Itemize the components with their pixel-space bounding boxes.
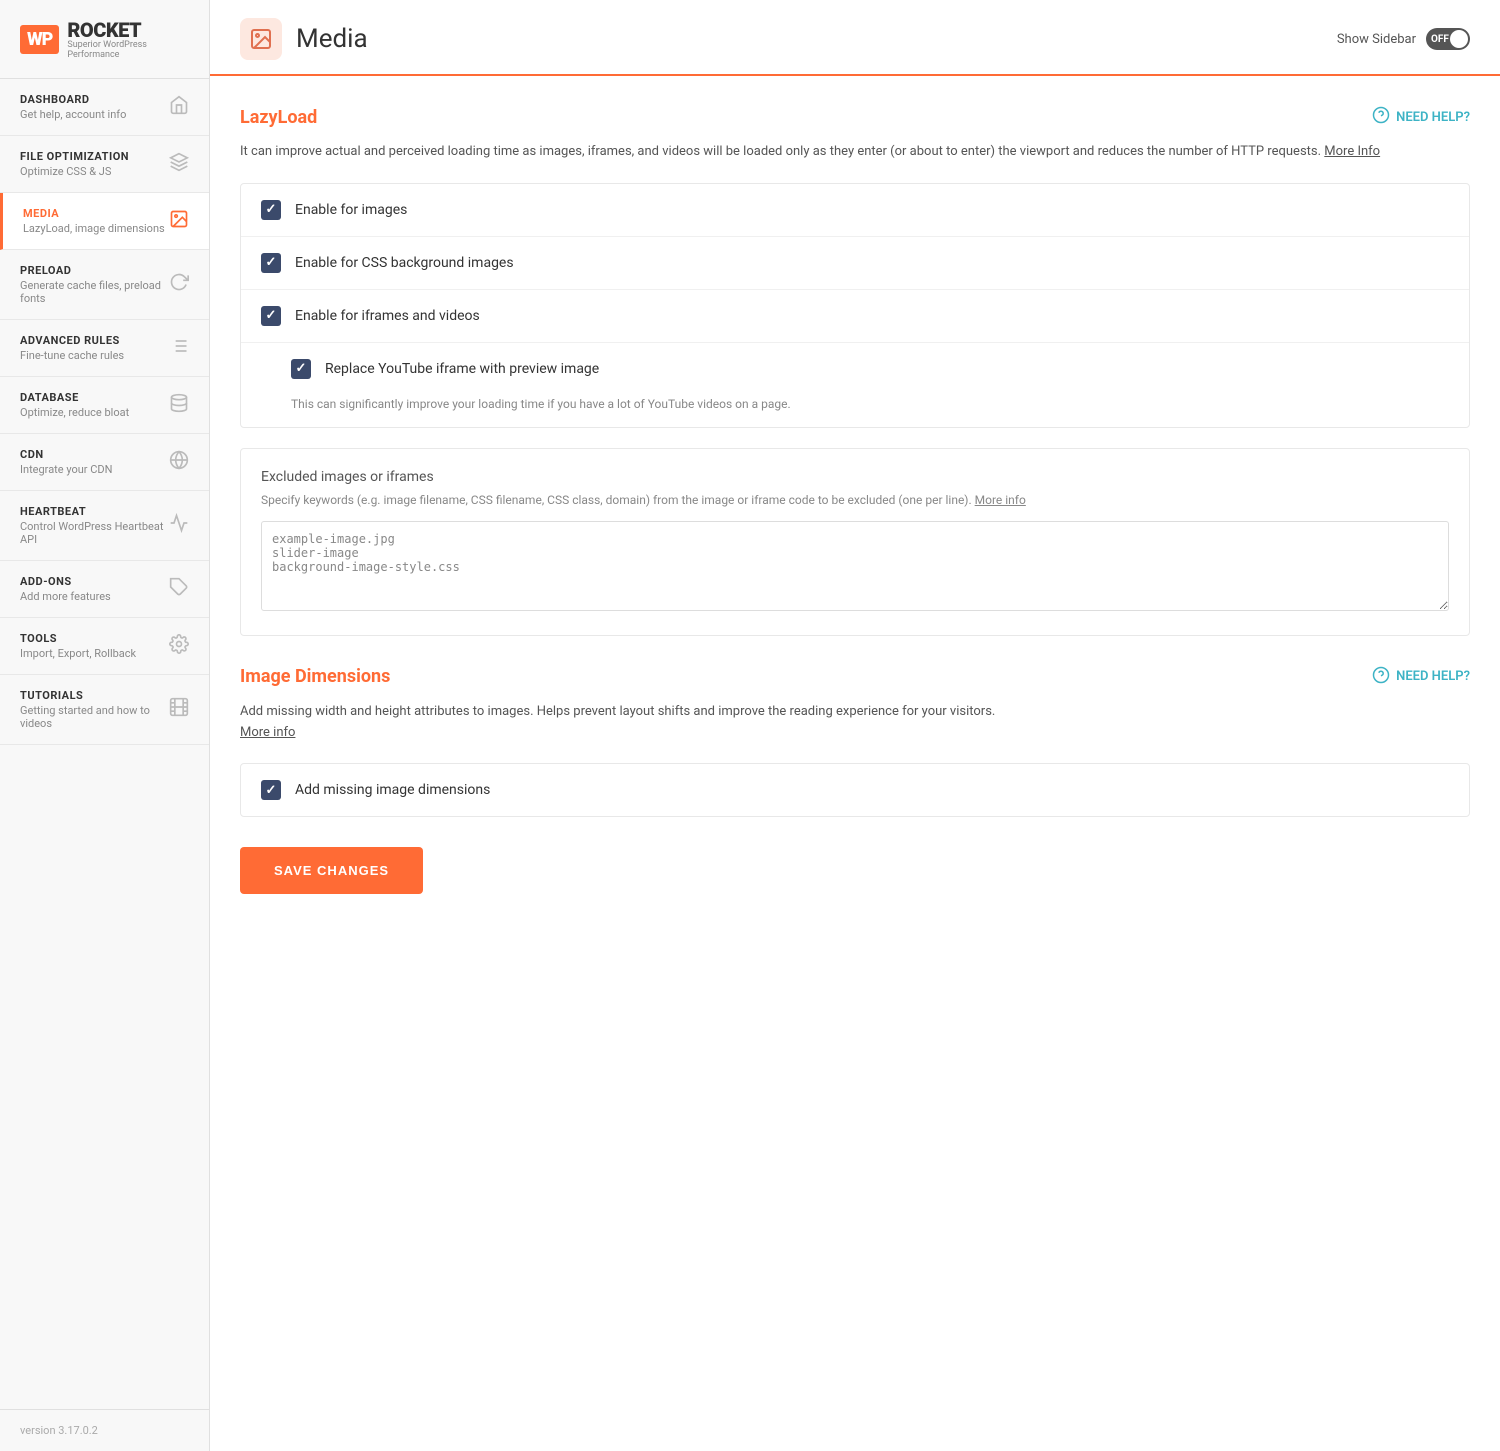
need-help-label: NEED HELP? [1396, 110, 1470, 125]
toggle-off-label: OFF [1431, 34, 1449, 45]
save-changes-button[interactable]: SAVE CHANGES [240, 847, 423, 894]
logo-text: ROCKET Superior WordPress Performance [67, 18, 189, 60]
replace-youtube-row: Replace YouTube iframe with preview imag… [241, 343, 1469, 427]
sidebar-item-tutorials[interactable]: TUTORIALS Getting started and how to vid… [0, 675, 209, 745]
sidebar-item-tools[interactable]: TOOLS Import, Export, Rollback [0, 618, 209, 675]
enable-iframes-label: Enable for iframes and videos [295, 308, 480, 324]
rocket-label: ROCKET [67, 18, 189, 42]
sidebar-item-advanced-rules[interactable]: ADVANCED RULES Fine-tune cache rules [0, 320, 209, 377]
sidebar-item-heartbeat[interactable]: HEARTBEAT Control WordPress Heartbeat AP… [0, 491, 209, 561]
lazyload-options-box: Enable for images Enable for CSS backgro… [240, 183, 1470, 428]
gear-icon [169, 634, 189, 659]
globe-icon [169, 450, 189, 475]
version-label: version 3.17.0.2 [0, 1409, 209, 1451]
image-dimensions-section-header: Image Dimensions NEED HELP? [240, 666, 1470, 688]
image-dimensions-title: Image Dimensions [240, 666, 390, 687]
page-title: Media [296, 24, 368, 54]
layers-icon [169, 152, 189, 177]
refresh-icon [169, 272, 189, 297]
lazyload-description: It can improve actual and perceived load… [240, 142, 1470, 163]
enable-images-label: Enable for images [295, 202, 407, 218]
enable-images-checkbox[interactable] [261, 200, 281, 220]
add-missing-dimensions-row: Add missing image dimensions [241, 764, 1469, 816]
toggle-switch[interactable]: OFF [1426, 28, 1470, 50]
image-icon [169, 209, 189, 234]
sidebar-item-preload[interactable]: PRELOAD Generate cache files, preload fo… [0, 250, 209, 320]
sidebar-item-dashboard[interactable]: DASHBOARD Get help, account info [0, 79, 209, 136]
enable-images-row: Enable for images [241, 184, 1469, 237]
image-dimensions-need-help[interactable]: NEED HELP? [1372, 666, 1470, 688]
sidebar-item-add-ons[interactable]: ADD-ONS Add more features [0, 561, 209, 618]
excluded-section: Excluded images or iframes Specify keywo… [240, 448, 1470, 636]
lazyload-need-help[interactable]: NEED HELP? [1372, 106, 1470, 128]
enable-css-bg-label: Enable for CSS background images [295, 255, 514, 271]
replace-youtube-desc: This can significantly improve your load… [291, 397, 791, 411]
add-missing-dimensions-label: Add missing image dimensions [295, 782, 490, 798]
image-dimensions-options-box: Add missing image dimensions [240, 763, 1470, 817]
need-help-label-2: NEED HELP? [1396, 669, 1470, 684]
sidebar-item-database[interactable]: DATABASE Optimize, reduce bloat [0, 377, 209, 434]
page-header: Media Show Sidebar OFF [210, 0, 1500, 76]
enable-css-bg-row: Enable for CSS background images [241, 237, 1469, 290]
help-circle-icon [1372, 106, 1390, 128]
play-icon [169, 697, 189, 722]
toggle-knob [1450, 30, 1468, 48]
puzzle-icon [169, 577, 189, 602]
add-missing-dimensions-checkbox[interactable] [261, 780, 281, 800]
lazyload-section-header: LazyLoad NEED HELP? [240, 106, 1470, 128]
sidebar-item-cdn[interactable]: CDN Integrate your CDN [0, 434, 209, 491]
wp-badge: WP [20, 25, 59, 54]
database-icon [169, 393, 189, 418]
help-circle-icon-2 [1372, 666, 1390, 688]
excluded-more-info-link[interactable]: More info [975, 493, 1026, 507]
sidebar-nav: DASHBOARD Get help, account info FILE OP… [0, 79, 209, 1409]
heart-icon [169, 513, 189, 538]
enable-iframes-row: Enable for iframes and videos [241, 290, 1469, 343]
excluded-desc: Specify keywords (e.g. image filename, C… [261, 491, 1449, 509]
home-icon [169, 95, 189, 120]
enable-iframes-checkbox[interactable] [261, 306, 281, 326]
content-area: LazyLoad NEED HELP? It can improve actua… [210, 76, 1500, 1451]
list-icon [169, 336, 189, 361]
show-sidebar-toggle[interactable]: Show Sidebar OFF [1337, 28, 1470, 50]
show-sidebar-label: Show Sidebar [1337, 32, 1416, 47]
excluded-title: Excluded images or iframes [261, 469, 1449, 485]
logo-tagline: Superior WordPress Performance [67, 40, 189, 60]
sidebar-logo: WP ROCKET Superior WordPress Performance [0, 0, 209, 79]
main-content: Media Show Sidebar OFF LazyLoad NEED HEL… [210, 0, 1500, 1451]
replace-youtube-label: Replace YouTube iframe with preview imag… [325, 361, 599, 377]
sidebar-item-file-optimization[interactable]: FILE OPTIMIZATION Optimize CSS & JS [0, 136, 209, 193]
lazyload-title: LazyLoad [240, 107, 317, 128]
image-dimensions-more-info-link[interactable]: More info [240, 725, 295, 740]
sidebar: WP ROCKET Superior WordPress Performance… [0, 0, 210, 1451]
image-dimensions-description: Add missing width and height attributes … [240, 702, 1470, 744]
enable-css-bg-checkbox[interactable] [261, 253, 281, 273]
lazyload-more-info-link[interactable]: More Info [1324, 144, 1380, 159]
excluded-textarea[interactable]: example-image.jpg slider-image backgroun… [261, 521, 1449, 611]
page-icon [240, 18, 282, 60]
replace-youtube-checkbox[interactable] [291, 359, 311, 379]
sidebar-item-media[interactable]: MEDIA LazyLoad, image dimensions [0, 193, 209, 250]
